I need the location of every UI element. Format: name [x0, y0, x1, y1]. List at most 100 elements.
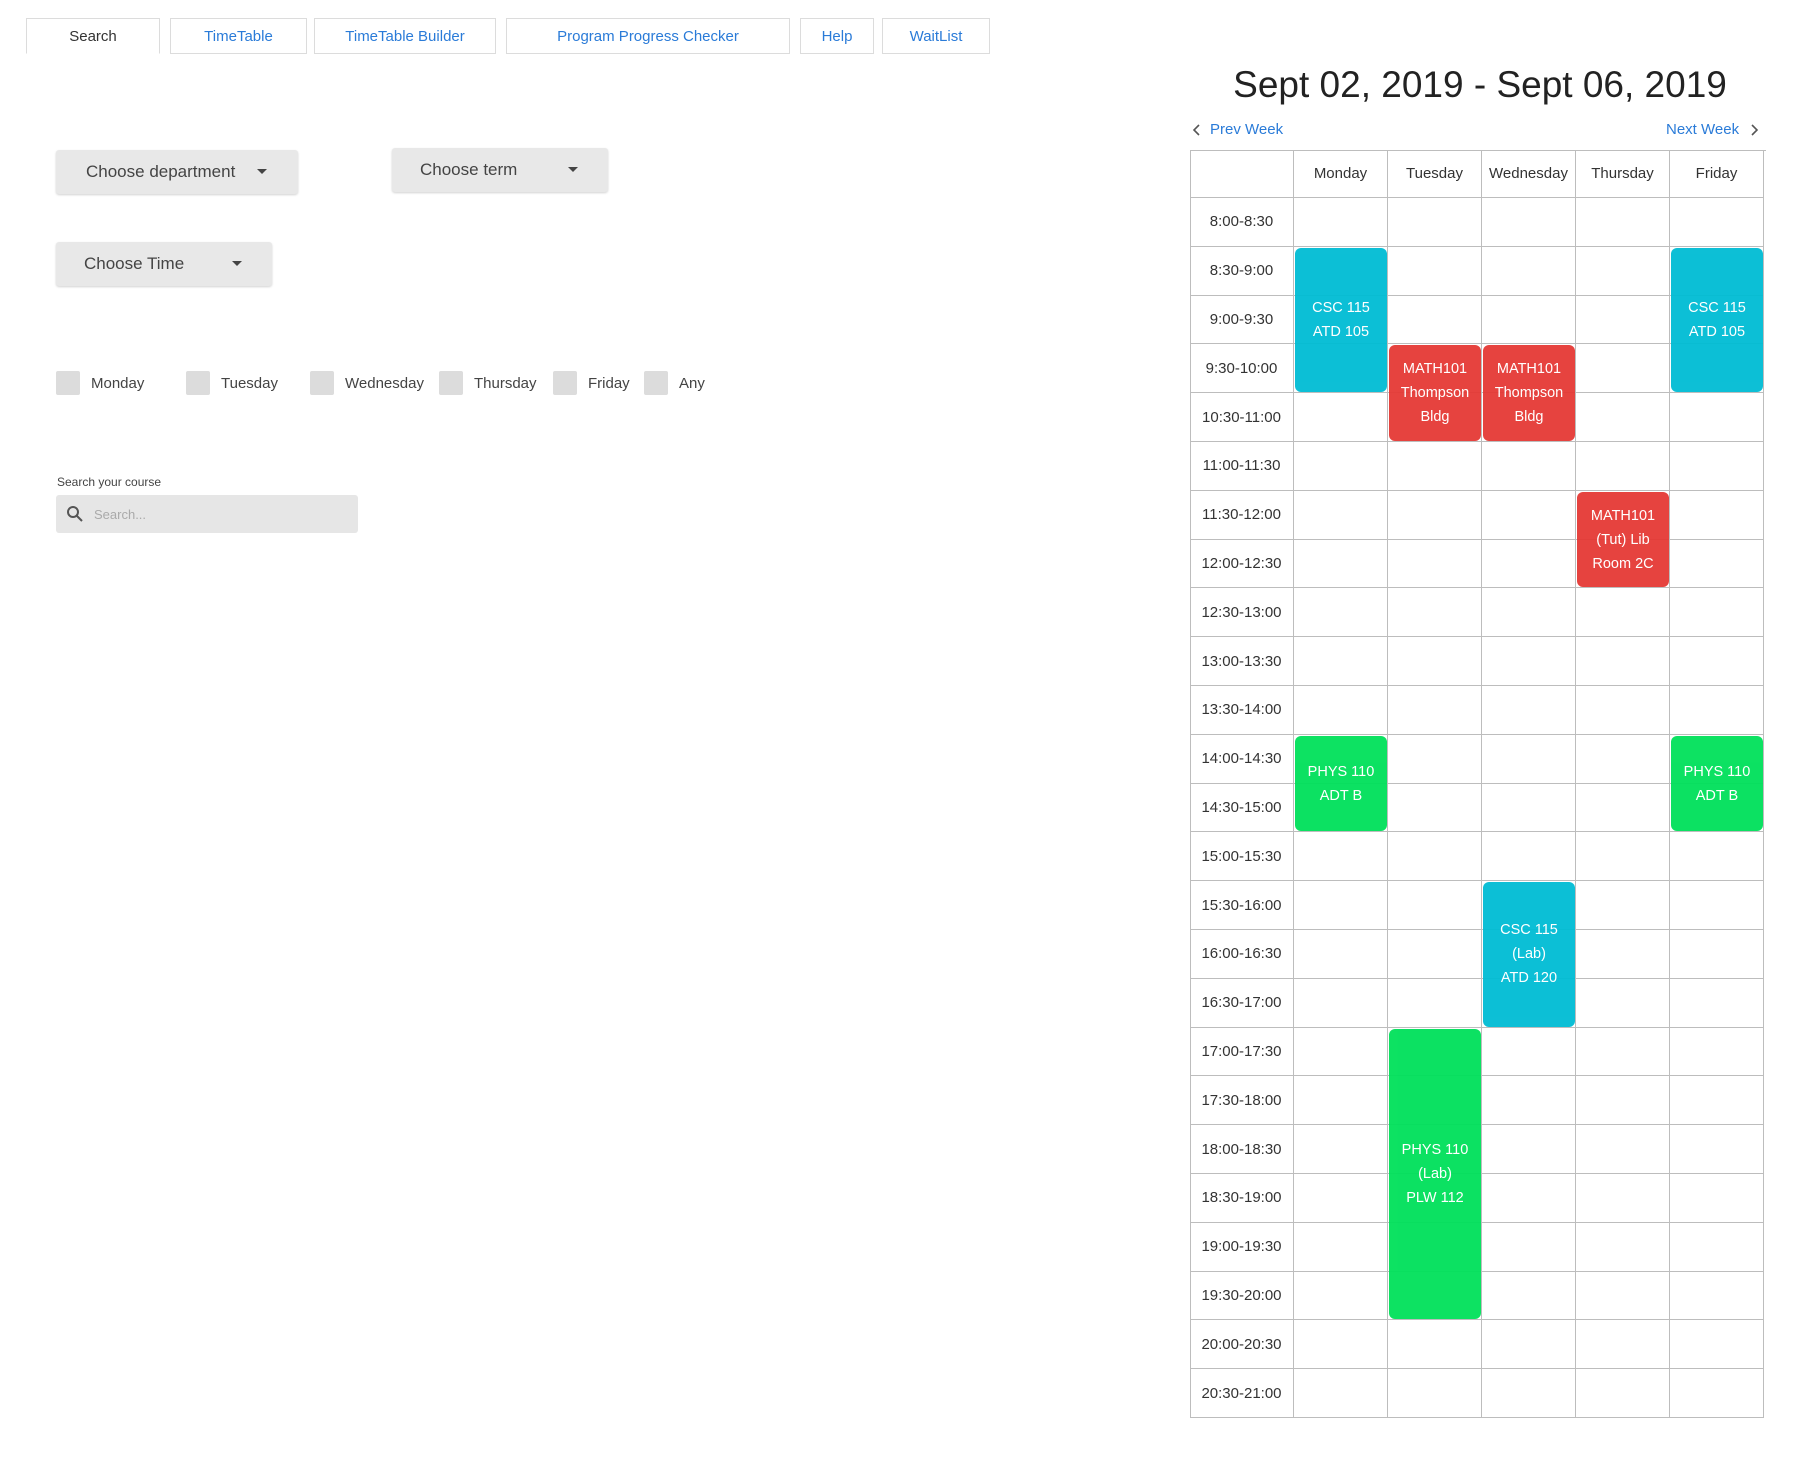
calendar-cell[interactable]	[1388, 686, 1482, 735]
calendar-cell[interactable]	[1576, 1027, 1670, 1077]
calendar-cell[interactable]	[1294, 1271, 1388, 1321]
calendar-cell[interactable]	[1294, 1369, 1388, 1418]
calendar-cell[interactable]	[1670, 1320, 1764, 1370]
search-input[interactable]	[92, 499, 342, 529]
day-checkbox-monday[interactable]: Monday	[56, 370, 144, 396]
day-checkbox-friday[interactable]: Friday	[553, 370, 630, 396]
calendar-cell[interactable]	[1576, 246, 1670, 296]
calendar-cell[interactable]	[1482, 686, 1576, 735]
calendar-cell[interactable]	[1482, 783, 1576, 833]
calendar-cell[interactable]	[1482, 1369, 1576, 1418]
calendar-cell[interactable]	[1482, 1320, 1576, 1370]
calendar-cell[interactable]	[1482, 832, 1576, 882]
course-event[interactable]: MATH101 Thompson Bldg	[1483, 345, 1575, 441]
course-event[interactable]: CSC 115 ATD 105	[1295, 247, 1387, 393]
course-event[interactable]: MATH101 (Tut) Lib Room 2C	[1577, 491, 1669, 588]
course-event[interactable]: PHYS 110 ADT B	[1295, 735, 1387, 832]
day-checkbox-any[interactable]: Any	[644, 370, 705, 396]
course-event[interactable]: PHYS 110 (Lab) PLW 112	[1389, 1028, 1481, 1320]
calendar-cell[interactable]	[1482, 1174, 1576, 1223]
calendar-cell[interactable]	[1388, 198, 1482, 247]
calendar-cell[interactable]	[1576, 1320, 1670, 1370]
calendar-cell[interactable]	[1294, 978, 1388, 1028]
calendar-cell[interactable]	[1294, 637, 1388, 686]
department-dropdown[interactable]: Choose department	[56, 150, 298, 194]
calendar-cell[interactable]	[1576, 588, 1670, 638]
calendar-cell[interactable]	[1670, 1369, 1764, 1418]
course-event[interactable]: PHYS 110 ADT B	[1671, 735, 1763, 832]
day-checkbox-wednesday[interactable]: Wednesday	[310, 370, 424, 396]
calendar-cell[interactable]	[1388, 246, 1482, 296]
calendar-cell[interactable]	[1670, 198, 1764, 247]
day-checkbox-tuesday[interactable]: Tuesday	[186, 370, 278, 396]
calendar-cell[interactable]	[1670, 881, 1764, 930]
calendar-cell[interactable]	[1670, 442, 1764, 491]
calendar-cell[interactable]	[1576, 1125, 1670, 1174]
calendar-cell[interactable]	[1670, 539, 1764, 589]
calendar-cell[interactable]	[1482, 1271, 1576, 1321]
calendar-cell[interactable]	[1388, 881, 1482, 930]
calendar-cell[interactable]	[1482, 1076, 1576, 1126]
calendar-cell[interactable]	[1482, 588, 1576, 638]
calendar-cell[interactable]	[1576, 442, 1670, 491]
calendar-cell[interactable]	[1670, 1271, 1764, 1321]
calendar-cell[interactable]	[1294, 198, 1388, 247]
calendar-cell[interactable]	[1670, 978, 1764, 1028]
calendar-cell[interactable]	[1576, 881, 1670, 930]
calendar-cell[interactable]	[1294, 832, 1388, 882]
calendar-cell[interactable]	[1294, 881, 1388, 930]
calendar-cell[interactable]	[1670, 930, 1764, 979]
checkbox[interactable]	[310, 371, 334, 395]
calendar-cell[interactable]	[1388, 783, 1482, 833]
checkbox[interactable]	[56, 371, 80, 395]
calendar-cell[interactable]	[1670, 1076, 1764, 1126]
calendar-cell[interactable]	[1670, 1222, 1764, 1272]
calendar-cell[interactable]	[1388, 588, 1482, 638]
calendar-cell[interactable]	[1294, 588, 1388, 638]
calendar-cell[interactable]	[1482, 637, 1576, 686]
calendar-cell[interactable]	[1482, 734, 1576, 784]
tab-help[interactable]: Help	[800, 18, 874, 54]
calendar-cell[interactable]	[1576, 1369, 1670, 1418]
calendar-cell[interactable]	[1576, 1076, 1670, 1126]
calendar-cell[interactable]	[1670, 490, 1764, 540]
calendar-cell[interactable]	[1388, 637, 1482, 686]
calendar-cell[interactable]	[1576, 1222, 1670, 1272]
calendar-cell[interactable]	[1482, 246, 1576, 296]
calendar-cell[interactable]	[1482, 490, 1576, 540]
course-event[interactable]: MATH101 Thompson Bldg	[1389, 345, 1481, 441]
calendar-cell[interactable]	[1576, 783, 1670, 833]
calendar-cell[interactable]	[1294, 1174, 1388, 1223]
calendar-cell[interactable]	[1576, 832, 1670, 882]
calendar-cell[interactable]	[1482, 1125, 1576, 1174]
calendar-cell[interactable]	[1294, 490, 1388, 540]
calendar-cell[interactable]	[1388, 832, 1482, 882]
calendar-cell[interactable]	[1294, 1076, 1388, 1126]
tab-search[interactable]: Search	[26, 18, 160, 54]
calendar-cell[interactable]	[1576, 978, 1670, 1028]
calendar-cell[interactable]	[1388, 1369, 1482, 1418]
calendar-cell[interactable]	[1388, 295, 1482, 345]
calendar-cell[interactable]	[1294, 1125, 1388, 1174]
course-event[interactable]: CSC 115 (Lab) ATD 120	[1483, 882, 1575, 1027]
checkbox[interactable]	[439, 371, 463, 395]
calendar-cell[interactable]	[1482, 295, 1576, 345]
calendar-cell[interactable]	[1294, 539, 1388, 589]
calendar-cell[interactable]	[1294, 1027, 1388, 1077]
calendar-cell[interactable]	[1388, 442, 1482, 491]
calendar-cell[interactable]	[1670, 832, 1764, 882]
calendar-cell[interactable]	[1294, 930, 1388, 979]
calendar-cell[interactable]	[1294, 393, 1388, 442]
checkbox[interactable]	[553, 371, 577, 395]
calendar-cell[interactable]	[1294, 442, 1388, 491]
calendar-cell[interactable]	[1670, 1027, 1764, 1077]
calendar-cell[interactable]	[1482, 1027, 1576, 1077]
calendar-cell[interactable]	[1670, 1174, 1764, 1223]
calendar-cell[interactable]	[1388, 930, 1482, 979]
calendar-cell[interactable]	[1576, 930, 1670, 979]
calendar-cell[interactable]	[1294, 1320, 1388, 1370]
calendar-cell[interactable]	[1576, 1271, 1670, 1321]
next-week-link[interactable]: Next Week	[1666, 121, 1759, 138]
calendar-cell[interactable]	[1576, 734, 1670, 784]
tab-waitlist[interactable]: WaitList	[882, 18, 990, 54]
